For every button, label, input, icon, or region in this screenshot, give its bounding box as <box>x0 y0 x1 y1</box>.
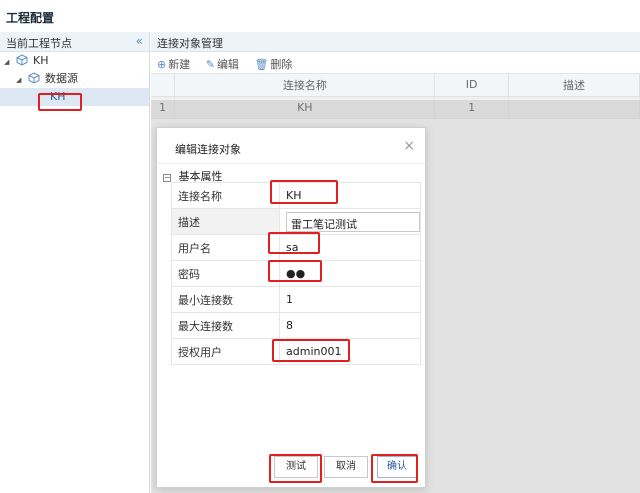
tree-node-label: 数据源 <box>45 72 78 85</box>
plus-circle-icon: ⊕ <box>157 58 167 71</box>
prop-key: 授权用户 <box>171 338 280 365</box>
prop-key: 最大连接数 <box>171 312 280 339</box>
table-header-row: 连接名称 ID 描述 <box>151 74 640 97</box>
connection-panel-header: 连接对象管理 <box>151 32 640 52</box>
toolbar: ⊕ 新建 ✎ 编辑 🗑 删除 <box>151 52 640 74</box>
tree-panel-header: 当前工程节点 « <box>0 32 149 52</box>
tree-node-label: KH <box>50 90 66 103</box>
column-header[interactable]: ID <box>434 74 510 97</box>
test-button[interactable]: 测试 <box>274 456 318 478</box>
prop-key: 描述 <box>171 208 280 235</box>
prop-value-max[interactable]: 8 <box>279 312 421 339</box>
caret-down-icon[interactable]: ◢ <box>16 71 24 89</box>
prop-value-password[interactable]: ●● <box>279 260 421 287</box>
dialog-footer: 测试 取消 确认 <box>157 447 427 487</box>
prop-row-max: 最大连接数 8 <box>171 312 421 339</box>
connection-panel-title: 连接对象管理 <box>157 37 223 50</box>
tree-node-datasource[interactable]: ◢ 数据源 <box>0 70 149 88</box>
project-tree-panel: 当前工程节点 « ◢ KH ◢ 数据源 KH <box>0 32 150 493</box>
new-button[interactable]: ⊕ 新建 <box>157 56 190 72</box>
prop-value-desc[interactable]: 雷工笔记测试 <box>279 208 421 235</box>
prop-key: 用户名 <box>171 234 280 261</box>
prop-value-min[interactable]: 1 <box>279 286 421 313</box>
cube-icon <box>16 54 27 66</box>
section-basic-props[interactable]: − 基本属性 <box>157 164 425 183</box>
edit-button[interactable]: ✎ 编辑 <box>206 56 239 72</box>
prop-row-auth: 授权用户 admin001 <box>171 338 421 365</box>
cube-icon <box>28 72 39 84</box>
tree-node-kh[interactable]: KH <box>0 88 149 106</box>
tree-node-label: KH <box>33 54 49 67</box>
prop-row-password: 密码 ●● <box>171 260 421 287</box>
prop-value-name[interactable]: KH <box>279 182 421 209</box>
prop-key: 密码 <box>171 260 280 287</box>
delete-label: 删除 <box>270 58 293 71</box>
prop-row-user: 用户名 sa <box>171 234 421 261</box>
index-column-header <box>151 74 176 97</box>
pencil-icon: ✎ <box>205 58 215 71</box>
tree-node-project[interactable]: ◢ KH <box>0 52 149 70</box>
trash-icon: 🗑 <box>254 58 269 71</box>
confirm-button[interactable]: 确认 <box>377 456 417 478</box>
prop-value-user[interactable]: sa <box>279 234 421 261</box>
prop-key: 连接名称 <box>171 182 280 209</box>
description-input[interactable]: 雷工笔记测试 <box>286 211 420 232</box>
property-grid: 连接名称 KH 描述 雷工笔记测试 用户名 sa 密码 ●● 最小连接数 1 最… <box>171 182 421 365</box>
edit-connection-dialog: 编辑连接对象 × − 基本属性 连接名称 KH 描述 雷工笔记测试 用户名 sa… <box>156 127 426 488</box>
new-label: 新建 <box>168 58 191 71</box>
cancel-button[interactable]: 取消 <box>324 456 368 478</box>
tree-panel-title: 当前工程节点 <box>6 37 72 50</box>
prop-row-desc: 描述 雷工笔记测试 <box>171 208 421 235</box>
prop-key: 最小连接数 <box>171 286 280 313</box>
edit-label: 编辑 <box>216 58 239 71</box>
prop-row-min: 最小连接数 1 <box>171 286 421 313</box>
caret-down-icon[interactable]: ◢ <box>4 53 12 71</box>
delete-button[interactable]: 🗑 删除 <box>254 56 292 72</box>
collapse-minus-icon[interactable]: − <box>163 174 171 182</box>
column-header[interactable]: 描述 <box>508 74 640 97</box>
prop-value-auth[interactable]: admin001 <box>279 338 421 365</box>
close-icon[interactable]: × <box>403 138 415 154</box>
prop-row-name: 连接名称 KH <box>171 182 421 209</box>
page-title: 工程配置 <box>6 11 55 25</box>
column-header[interactable]: 连接名称 <box>174 74 436 97</box>
collapse-icon[interactable]: « <box>136 34 143 48</box>
dialog-title-bar: 编辑连接对象 × <box>157 128 425 164</box>
dialog-title: 编辑连接对象 <box>175 143 241 156</box>
